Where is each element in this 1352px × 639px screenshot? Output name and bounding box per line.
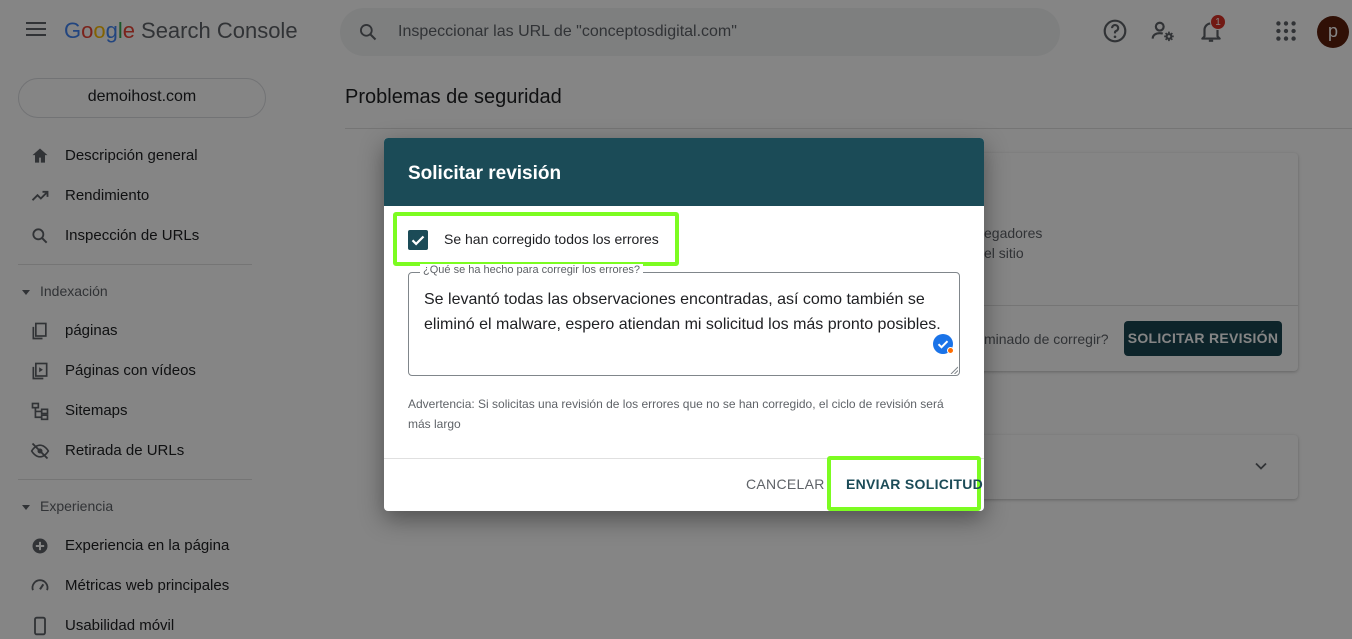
dialog-header: Solicitar revisión xyxy=(384,138,984,206)
fix-description-textarea[interactable]: Se levantó todas las observaciones encon… xyxy=(424,288,944,337)
check-icon xyxy=(411,235,425,246)
cancel-button[interactable]: CANCELAR xyxy=(746,476,825,492)
request-review-dialog: Solicitar revisión Se han corregido todo… xyxy=(384,138,984,511)
fix-description-label: ¿Qué se ha hecho para corregir los error… xyxy=(420,264,644,276)
grammar-check-icon[interactable] xyxy=(933,334,954,354)
errors-fixed-label[interactable]: Se han corregido todos los errores xyxy=(444,231,659,247)
dialog-title: Solicitar revisión xyxy=(408,163,562,184)
errors-fixed-checkbox[interactable] xyxy=(408,230,428,250)
warning-text: Advertencia: Si solicitas una revisión d… xyxy=(408,397,944,431)
send-request-button[interactable]: ENVIAR SOLICITUD xyxy=(846,476,983,492)
resize-handle-icon[interactable] xyxy=(950,366,958,374)
grammar-status-dot xyxy=(947,347,954,354)
